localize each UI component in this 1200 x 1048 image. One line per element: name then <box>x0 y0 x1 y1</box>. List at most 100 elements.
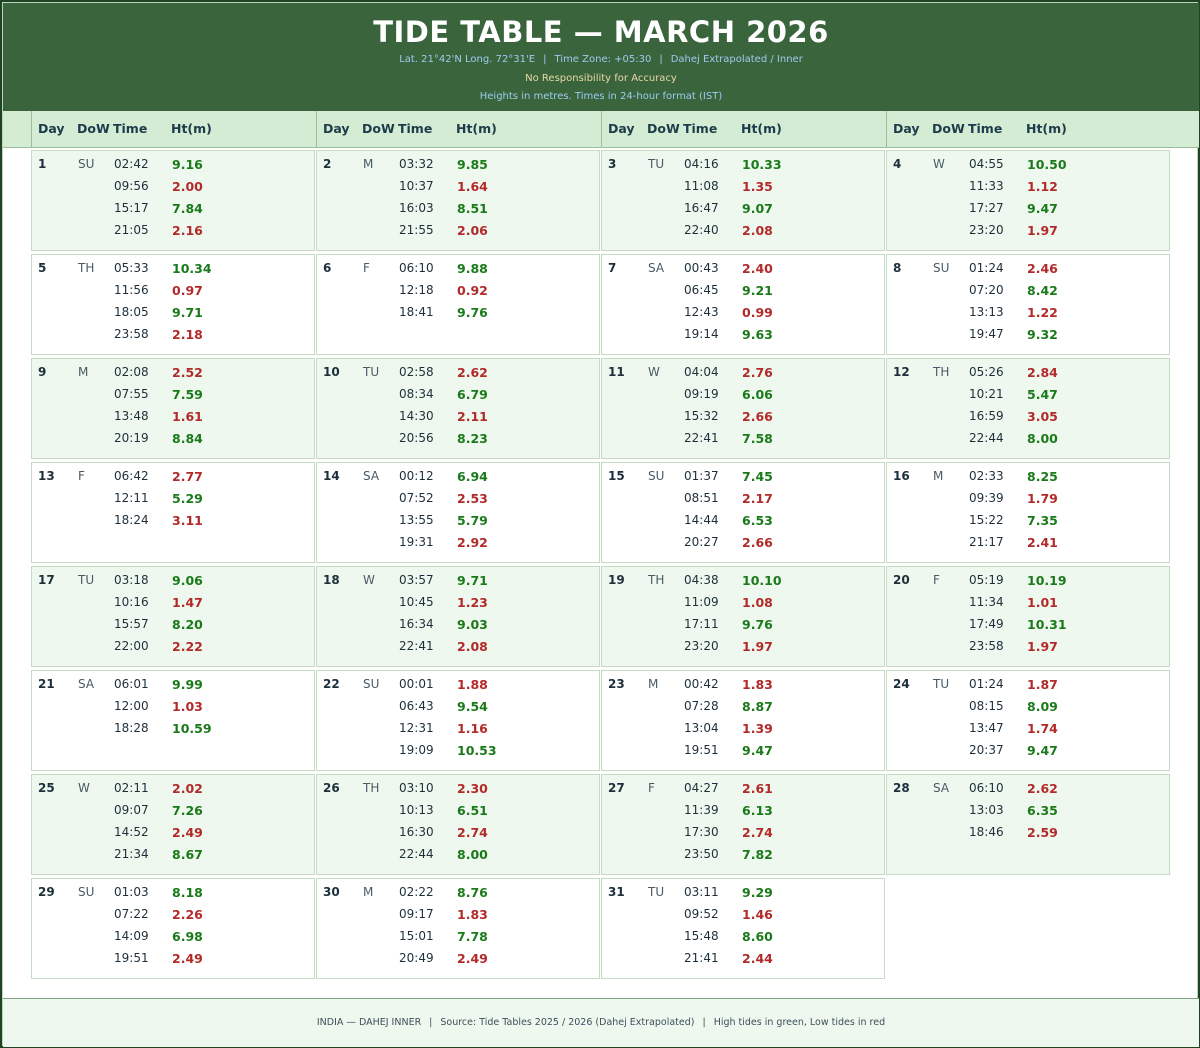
day-block: 13 F 06:42 2.77 12:11 5.29 18:24 3.11 <box>31 462 315 563</box>
low-tide-height: 1.87 <box>1027 677 1058 692</box>
high-tide-height: 5.29 <box>172 491 203 506</box>
high-tide-height: 9.71 <box>457 573 488 588</box>
day-of-week: W <box>363 573 375 587</box>
low-tide-height: 1.97 <box>1027 223 1058 238</box>
tide-time: 18:28 <box>114 721 149 735</box>
tide-time: 13:04 <box>684 721 719 735</box>
day-number: 3 <box>608 157 617 171</box>
low-tide-height: 2.08 <box>742 223 773 238</box>
col-header-day: Day <box>608 121 635 136</box>
station-name: Dahej Extrapolated / Inner <box>670 54 803 65</box>
tide-time: 13:13 <box>969 305 1004 319</box>
high-tide-height: 8.25 <box>1027 469 1058 484</box>
day-of-week: F <box>648 781 655 795</box>
low-tide-height: 2.76 <box>742 365 773 380</box>
high-tide-height: 9.29 <box>742 885 773 900</box>
day-block: 4 W 04:55 10.50 11:33 1.12 17:27 9.47 23:20 1.97 <box>886 150 1170 251</box>
low-tide-height: 2.41 <box>1027 535 1058 550</box>
tide-time: 17:27 <box>969 201 1004 215</box>
day-of-week: TU <box>648 157 665 171</box>
low-tide-height: 2.02 <box>172 781 203 796</box>
low-tide-height: 2.00 <box>172 179 203 194</box>
day-number: 11 <box>608 365 625 379</box>
tide-time: 22:40 <box>684 223 719 237</box>
low-tide-height: 1.83 <box>457 907 488 922</box>
high-tide-height: 8.67 <box>172 847 203 862</box>
high-tide-height: 9.07 <box>742 201 773 216</box>
high-tide-height: 10.31 <box>1027 617 1067 632</box>
tide-time: 23:58 <box>114 327 149 341</box>
tide-time: 07:28 <box>684 699 719 713</box>
day-of-week: TH <box>78 261 95 275</box>
tide-time: 22:44 <box>399 847 434 861</box>
day-block: 9 M 02:08 2.52 07:55 7.59 13:48 1.61 20:19 8.84 <box>31 358 315 459</box>
high-tide-height: 9.63 <box>742 327 773 342</box>
day-of-week: M <box>648 677 659 691</box>
day-block: 1 SU 02:42 9.16 09:56 2.00 15:17 7.84 21:05 2.16 <box>31 150 315 251</box>
day-of-week: F <box>363 261 370 275</box>
day-of-week: F <box>933 573 940 587</box>
tide-time: 12:43 <box>684 305 719 319</box>
day-block: 28 SA 06:10 2.62 13:03 6.35 18:46 2.59 <box>886 774 1170 875</box>
tide-time: 04:27 <box>684 781 719 795</box>
high-tide-height: 6.06 <box>742 387 773 402</box>
high-tide-height: 9.71 <box>172 305 203 320</box>
low-tide-height: 1.16 <box>457 721 488 736</box>
tide-time: 20:56 <box>399 431 434 445</box>
tide-time: 23:20 <box>684 639 719 653</box>
tide-time: 15:48 <box>684 929 719 943</box>
low-tide-height: 1.39 <box>742 721 773 736</box>
tide-time: 18:05 <box>114 305 149 319</box>
day-number: 25 <box>38 781 55 795</box>
day-of-week: SU <box>648 469 665 483</box>
day-of-week: TH <box>363 781 380 795</box>
day-of-week: TH <box>648 573 665 587</box>
day-number: 6 <box>323 261 332 275</box>
low-tide-height: 2.49 <box>457 951 488 966</box>
tide-time: 02:11 <box>114 781 149 795</box>
tide-time: 01:37 <box>684 469 719 483</box>
col-header-time: Time <box>968 121 1003 136</box>
day-of-week: SA <box>363 469 380 483</box>
low-tide-height: 2.30 <box>457 781 488 796</box>
tide-time: 09:19 <box>684 387 719 401</box>
day-number: 9 <box>38 365 47 379</box>
high-tide-height: 7.45 <box>742 469 773 484</box>
tide-time: 20:37 <box>969 743 1004 757</box>
day-block: 27 F 04:27 2.61 11:39 6.13 17:30 2.74 23:50 7.82 <box>601 774 885 875</box>
col-header-dow: DoW <box>77 121 110 136</box>
day-of-week: SA <box>933 781 950 795</box>
tide-time: 21:05 <box>114 223 149 237</box>
footer-station: INDIA — DAHEJ INNER <box>316 1017 422 1028</box>
tide-time: 14:44 <box>684 513 719 527</box>
high-tide-height: 6.35 <box>1027 803 1058 818</box>
tide-time: 06:43 <box>399 699 434 713</box>
day-block: 14 SA 00:12 6.94 07:52 2.53 13:55 5.79 19:31 2.92 <box>316 462 600 563</box>
high-tide-height: 8.23 <box>457 431 488 446</box>
low-tide-height: 2.49 <box>172 951 203 966</box>
tide-time: 21:17 <box>969 535 1004 549</box>
day-of-week: TU <box>363 365 380 379</box>
high-tide-height: 7.59 <box>172 387 203 402</box>
low-tide-height: 2.26 <box>172 907 203 922</box>
tide-time: 16:03 <box>399 201 434 215</box>
tide-time: 09:17 <box>399 907 434 921</box>
day-block: 19 TH 04:38 10.10 11:09 1.08 17:11 9.76 23:20 1.9… <box>601 566 885 667</box>
tide-time: 20:49 <box>399 951 434 965</box>
tide-time: 03:57 <box>399 573 434 587</box>
high-tide-height: 8.18 <box>172 885 203 900</box>
tide-time: 06:10 <box>399 261 434 275</box>
tide-time: 15:22 <box>969 513 1004 527</box>
day-block: 7 SA 00:43 2.40 06:45 9.21 12:43 0.99 19:14 9.63 <box>601 254 885 355</box>
separator: | <box>543 54 547 65</box>
high-tide-height: 9.32 <box>1027 327 1058 342</box>
high-tide-height: 9.85 <box>457 157 488 172</box>
col-header-dow: DoW <box>932 121 965 136</box>
high-tide-height: 9.47 <box>1027 201 1058 216</box>
disclaimer: No Responsibility for Accuracy <box>525 73 677 84</box>
low-tide-height: 1.35 <box>742 179 773 194</box>
column-header-group: Day DoW Time Ht(m) <box>886 111 1199 148</box>
high-tide-height: 6.13 <box>742 803 773 818</box>
day-of-week: TU <box>648 885 665 899</box>
day-block: 29 SU 01:03 8.18 07:22 2.26 14:09 6.98 19:51 2.49 <box>31 878 315 979</box>
